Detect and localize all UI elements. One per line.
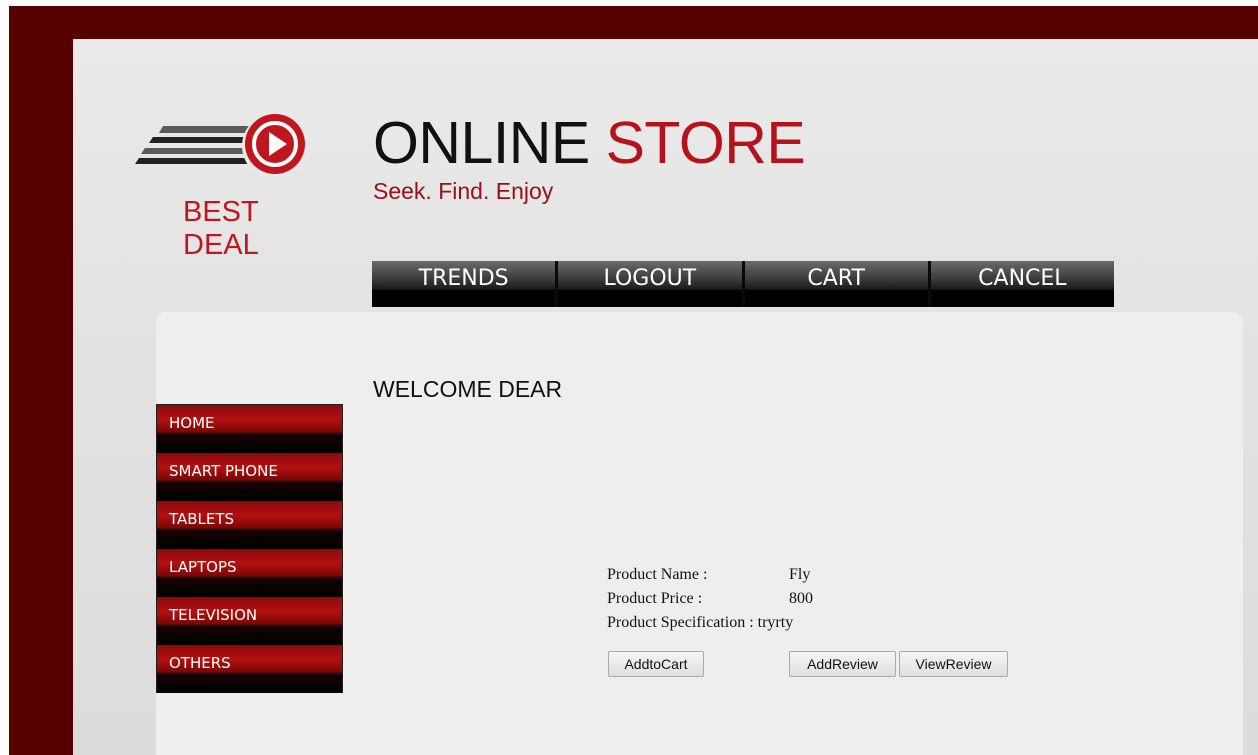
product-spec-value: tryrty (757, 614, 794, 631)
side-navigation: HOME SMART PHONE TABLETS LAPTOPS TELEVIS… (156, 404, 343, 693)
sidebar-item-home[interactable]: HOME (157, 405, 342, 453)
product-name-value: Fly (789, 566, 811, 583)
product-price-value: 800 (789, 590, 813, 607)
add-to-cart-button[interactable]: AddtoCart (608, 651, 704, 677)
logo-line-1: BEST (183, 196, 259, 228)
nav-cancel[interactable]: CANCEL (930, 261, 1114, 307)
sidebar-item-tablets[interactable]: TABLETS (157, 501, 342, 549)
logo-text: BEST DEAL (183, 196, 259, 262)
product-price-label: Product Price : (607, 590, 703, 607)
product-spec-label: Product Specification : tryrty (607, 614, 793, 632)
nav-trends[interactable]: TRENDS (372, 261, 559, 307)
sidebar-item-television[interactable]: TELEVISION (157, 597, 342, 645)
site-tagline: Seek. Find. Enjoy (373, 178, 554, 204)
product-spec-label-text: Product Specification : (607, 614, 754, 631)
site-title-online: ONLINE (373, 110, 590, 176)
logo-line-2: DEAL (183, 229, 259, 261)
top-navigation: TRENDS LOGOUT CART CANCEL (372, 261, 1114, 307)
add-review-button[interactable]: AddReview (789, 651, 896, 677)
logo-icon (135, 113, 308, 179)
site-title: ONLINE STORE (373, 110, 806, 176)
sidebar-item-laptops[interactable]: LAPTOPS (157, 549, 342, 597)
sidebar-item-others[interactable]: OTHERS (157, 645, 342, 693)
sidebar-item-smart-phone[interactable]: SMART PHONE (157, 453, 342, 501)
product-name-label: Product Name : (607, 566, 708, 583)
view-review-button[interactable]: ViewReview (899, 651, 1008, 677)
nav-cart[interactable]: CART (744, 261, 931, 307)
welcome-heading: WELCOME DEAR (373, 376, 563, 402)
site-title-store: STORE (605, 110, 806, 176)
nav-logout[interactable]: LOGOUT (558, 261, 745, 307)
